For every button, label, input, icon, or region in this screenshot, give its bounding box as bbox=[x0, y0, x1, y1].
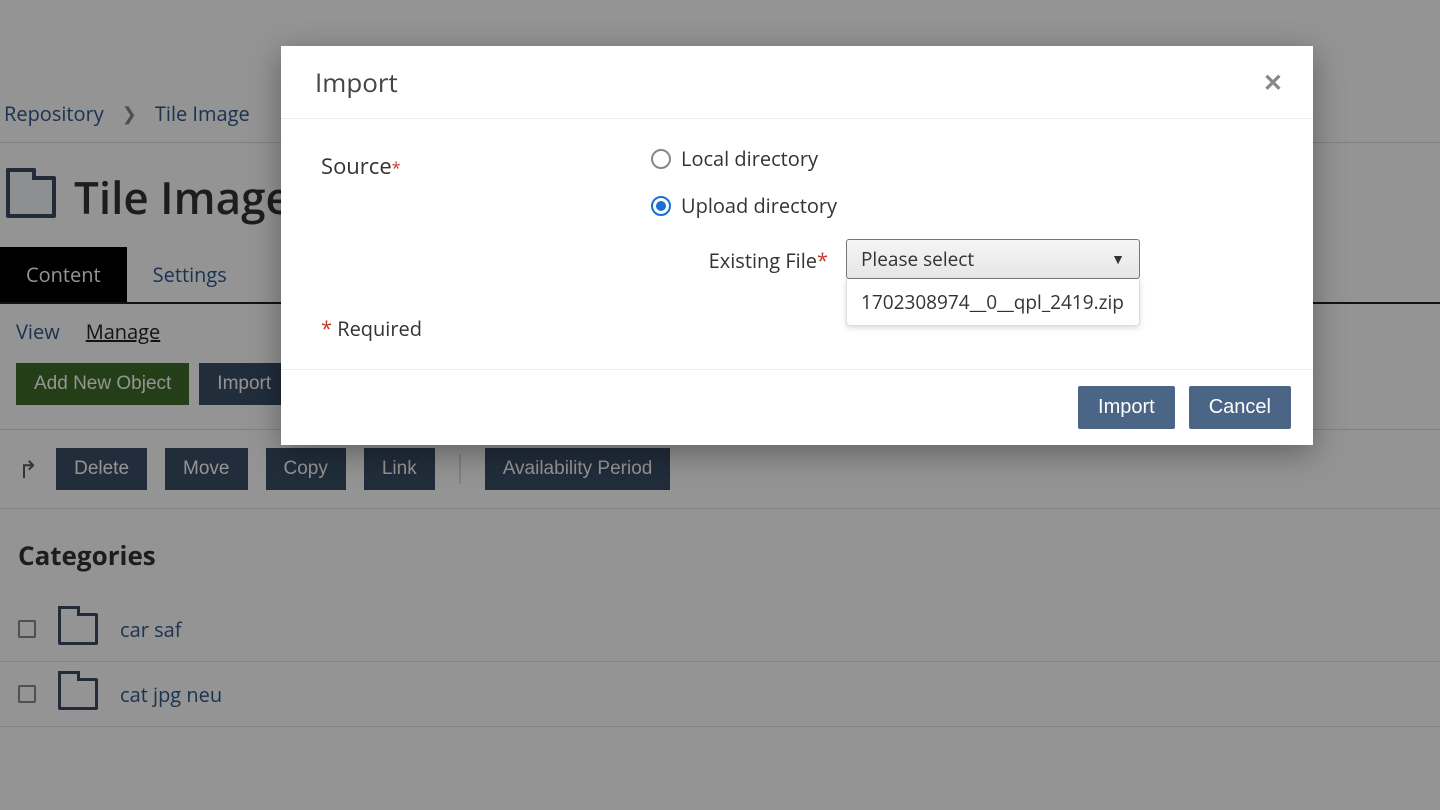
chevron-down-icon: ▼ bbox=[1111, 250, 1125, 269]
radio-icon bbox=[651, 196, 671, 216]
modal-header: Import ✕ bbox=[281, 46, 1313, 119]
existing-file-option[interactable]: 1702308974__0__qpl_2419.zip bbox=[846, 279, 1140, 326]
modal-cancel-button[interactable]: Cancel bbox=[1189, 386, 1291, 429]
source-row: Source* Local directory Upload directory… bbox=[321, 145, 1273, 279]
source-options: Local directory Upload directory Existin… bbox=[651, 145, 1273, 279]
source-label-col: Source* bbox=[321, 145, 651, 181]
radio-upload-directory[interactable]: Upload directory bbox=[651, 192, 1273, 219]
radio-upload-label: Upload directory bbox=[681, 192, 837, 219]
close-icon[interactable]: ✕ bbox=[1263, 66, 1283, 99]
existing-file-select-wrap: Please select ▼ 1702308974__0__qpl_2419.… bbox=[846, 239, 1140, 279]
radio-local-directory[interactable]: Local directory bbox=[651, 145, 1273, 172]
existing-file-select[interactable]: Please select ▼ bbox=[846, 239, 1140, 279]
required-asterisk: * bbox=[817, 247, 828, 274]
source-label: Source bbox=[321, 151, 392, 181]
modal-footer: Import Cancel bbox=[281, 369, 1313, 445]
modal-title: Import bbox=[315, 64, 398, 100]
radio-icon bbox=[651, 149, 671, 169]
required-asterisk: * bbox=[321, 315, 332, 342]
required-asterisk: * bbox=[392, 157, 401, 179]
existing-file-row: Existing File* Please select ▼ 170230897… bbox=[651, 239, 1273, 279]
select-value: Please select bbox=[861, 246, 974, 272]
modal-import-button[interactable]: Import bbox=[1078, 386, 1175, 429]
import-modal: Import ✕ Source* Local directory Upload … bbox=[281, 46, 1313, 445]
modal-body: Source* Local directory Upload directory… bbox=[281, 119, 1313, 369]
existing-file-label: Existing File* bbox=[651, 239, 846, 274]
radio-local-label: Local directory bbox=[681, 145, 818, 172]
